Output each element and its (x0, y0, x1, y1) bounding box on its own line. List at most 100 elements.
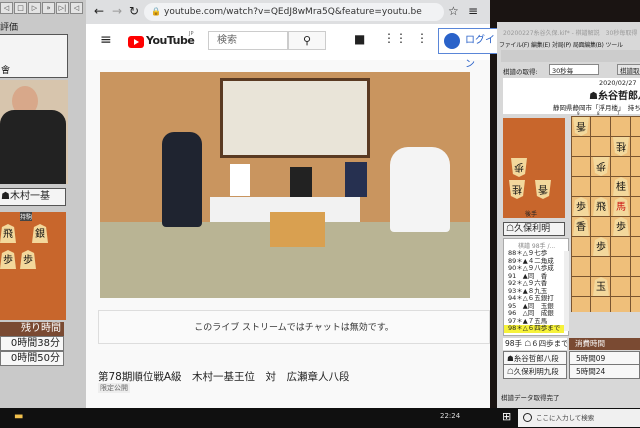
apps-grid-icon[interactable]: ⋮⋮ (383, 31, 407, 45)
piece: 桂 (613, 137, 629, 156)
player-photo (0, 80, 68, 184)
windows-start-icon[interactable]: ⊞ (502, 410, 511, 423)
toolbar (501, 50, 640, 62)
login-label: ログイン (465, 35, 495, 70)
status-line: 98手 ☖６四歩まで (503, 338, 567, 350)
piece: 玉 (593, 277, 609, 296)
piece: 歩 (573, 197, 589, 216)
more-icon[interactable]: ⋮ (416, 31, 428, 45)
video-title: 第78期順位戦A級 木村一基王位 対 広瀬章人八段 (98, 371, 350, 383)
clock[interactable]: 22:24 (440, 412, 460, 420)
hand-label: 持駒 (20, 212, 33, 221)
menu-tools[interactable]: ツール (606, 40, 623, 49)
search-input[interactable]: 検索 (208, 31, 288, 50)
taskbar-search[interactable]: ここに入力して検索 (518, 409, 640, 427)
taskbar-search-placeholder: ここに入力して検索 (536, 414, 595, 422)
shoji-window (220, 78, 370, 158)
star-icon[interactable]: ☆ (448, 4, 459, 18)
white-player-full: ☖久保利明九段 (503, 364, 567, 379)
search-button[interactable]: ⚲ (288, 31, 326, 50)
gote-label: 後手 (525, 211, 538, 218)
nav-button[interactable]: ◁ (0, 2, 13, 14)
piece: 桂 (509, 180, 525, 199)
remaining-time: 0時間38分 (0, 336, 64, 351)
move-item-selected[interactable]: 98＊△６四歩まで (504, 324, 564, 333)
piece: 歩 (613, 217, 629, 236)
kifu-list-window: 棋譜 98手 /... 88＊△９七歩 89＊▲４二角成 90＊△９八歩成 91… (503, 238, 569, 336)
shogi-board (270, 212, 325, 247)
url-text: youtube.com/watch?v=QEdJ8wMra5Q&feature=… (164, 7, 422, 17)
kifu-app-window: 20200227糸谷久保.kif* - 棋譜解説 30秒毎取得 ファイル(F) … (497, 22, 640, 410)
cortana-icon (523, 413, 532, 422)
piece: 馬 (613, 197, 629, 216)
eval-label: 評価 (0, 23, 19, 33)
visibility-badge: 限定公開 (98, 383, 130, 393)
white-consumed: 5時間24 (569, 364, 640, 379)
scrollbar[interactable] (564, 251, 569, 331)
media-icon[interactable]: ≡ (468, 4, 478, 18)
back-icon[interactable]: ← (94, 4, 104, 18)
taskbar: ▬ 22:24 ⊞ ここに入力して検索 (0, 408, 640, 428)
nav-button[interactable]: ▷ (28, 2, 41, 14)
piece: 香 (535, 180, 551, 199)
youtube-logo-text: YouTube (146, 34, 195, 47)
piece-stand: 持駒 飛 銀 歩 歩 (0, 212, 66, 320)
piece: 歩 (511, 158, 527, 177)
remaining-time: 0時間50分 (0, 351, 64, 366)
piece: 銀 (32, 224, 48, 243)
nav-button[interactable]: ▷| (56, 2, 69, 14)
piece: 桂 (613, 177, 629, 196)
nav-button[interactable]: ◁ (70, 2, 83, 14)
login-button[interactable]: ログイン (438, 28, 498, 70)
piece: 飛 (593, 197, 609, 216)
piece: 歩 (0, 250, 16, 269)
menu-game[interactable]: 対局(P) (552, 40, 571, 49)
info-panel: 會 (0, 34, 68, 78)
piece: 飛 (0, 224, 16, 243)
chat-disabled-notice: このライブ ストリームではチャットは無効です。 (98, 310, 490, 344)
player-left (162, 132, 202, 227)
search-icon: ⚲ (302, 34, 312, 47)
menu-file[interactable]: ファイル(F) (499, 40, 529, 49)
player-name-black: ☗木村一基 (0, 188, 66, 206)
nav-button[interactable]: » (42, 2, 55, 14)
game-date: 2020/02/27 (599, 79, 637, 87)
remaining-time-header: 残り時間 (0, 322, 64, 336)
browser-toolbar: ← → ↻ 🔒 youtube.com/watch?v=QEdJ8wMra5Q&… (86, 0, 490, 24)
menu-icon[interactable]: ≡ (100, 32, 112, 48)
youtube-logo-icon[interactable] (128, 36, 144, 48)
piece: 歩 (20, 250, 36, 269)
black-player-header: ☗糸谷哲郎八 (589, 91, 640, 102)
menu-edit[interactable]: 編集(E) (531, 40, 550, 49)
fetch-label: 棋譜の取得: (503, 68, 538, 76)
piece: 歩 (593, 237, 609, 256)
account-icon (444, 33, 460, 49)
shogi-board: 9 8 7 香 桂 歩 桂 歩 飛 馬 香 歩 歩 玉 (571, 111, 640, 312)
nav-button[interactable]: □ (14, 2, 27, 14)
region-label: JP (189, 31, 194, 37)
address-bar[interactable]: 🔒 youtube.com/watch?v=QEdJ8wMra5Q&featur… (144, 3, 444, 21)
piece: 香 (573, 217, 589, 236)
official (345, 162, 367, 197)
folder-icon[interactable]: ▬ (14, 411, 23, 422)
menu-bar: ファイル(F) 編集(E) 対局(P) 局面編集(B) ツール (499, 40, 640, 49)
piece: 香 (573, 117, 589, 136)
create-video-icon[interactable]: ■ (354, 32, 365, 46)
lock-icon: 🔒 (151, 7, 161, 16)
menu-position[interactable]: 局面編集(B) (573, 40, 604, 49)
fetch-select[interactable]: 30秒毎 (549, 64, 599, 75)
player-right (390, 147, 450, 232)
video-player[interactable] (100, 72, 470, 298)
forward-icon[interactable]: → (112, 4, 122, 18)
piece: 歩 (593, 157, 609, 176)
official (230, 164, 250, 196)
left-monitor-shogi-app: ◁ □ ▷ » ▷| ◁ 評価 會 ☗木村一基 持駒 飛 銀 歩 歩 残り時間 … (0, 0, 86, 410)
gote-piece-stand: 歩 桂 香 後手 (503, 118, 565, 218)
move-list[interactable]: 88＊△９七歩 89＊▲４二角成 90＊△９八歩成 91 ▲同 香 92＊△９六… (504, 249, 564, 333)
reload-icon[interactable]: ↻ (129, 4, 139, 18)
game-info: 2020/02/27 ☗糸谷哲郎八 静岡県静岡市「浮月楼」 持ち (503, 78, 640, 114)
recorder (290, 167, 312, 197)
info-text: 會 (1, 66, 11, 76)
window-title: 20200227糸谷久保.kif* - 棋譜解説 30秒毎取得 (503, 30, 638, 37)
fetch-button[interactable]: 棋譜取得 (617, 64, 640, 75)
